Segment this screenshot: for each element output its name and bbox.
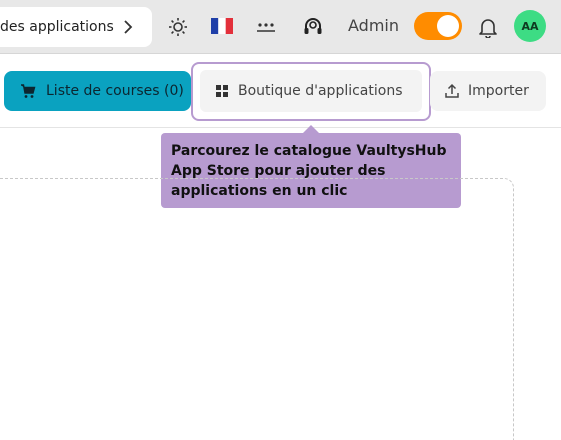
chevron-right-icon <box>124 20 133 34</box>
avatar[interactable]: AA <box>514 10 546 42</box>
app-store-button[interactable]: Boutique d'applications <box>200 70 422 112</box>
tooltip-arrow <box>303 125 319 133</box>
bell-icon[interactable] <box>476 14 500 40</box>
breadcrumb[interactable]: des applications <box>0 7 152 47</box>
toolbar: Liste de courses (0) Boutique d'applicat… <box>0 54 561 128</box>
toggle-knob <box>437 15 459 37</box>
password-icon[interactable] <box>254 14 278 38</box>
french-flag-icon[interactable] <box>210 16 234 36</box>
top-bar: des applications Admin AA <box>0 0 561 54</box>
admin-label: Admin <box>348 16 399 35</box>
shopping-list-label: Liste de courses (0) <box>46 83 184 99</box>
breadcrumb-label: des applications <box>0 19 114 35</box>
cart-icon <box>21 84 36 98</box>
import-label: Importer <box>468 83 529 99</box>
admin-toggle[interactable] <box>414 12 462 40</box>
upload-icon <box>445 83 459 98</box>
import-button[interactable]: Importer <box>430 71 546 111</box>
grid-icon <box>216 85 228 97</box>
shopping-list-button[interactable]: Liste de courses (0) <box>4 71 191 111</box>
app-store-label: Boutique d'applications <box>238 83 403 99</box>
theme-sun-icon[interactable] <box>166 15 190 39</box>
support-headset-icon[interactable] <box>300 14 326 40</box>
content-dropzone[interactable] <box>0 178 514 440</box>
